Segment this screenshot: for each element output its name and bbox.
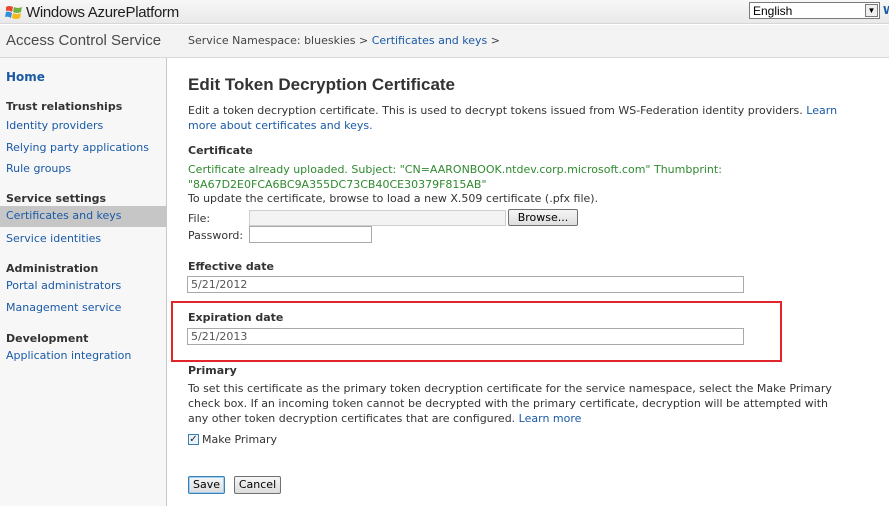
sidebar-heading-service-settings: Service settings <box>6 192 107 205</box>
sidebar-item-label: Certificates and keys <box>6 209 122 222</box>
primary-description-text: To set this certificate as the primary t… <box>188 382 832 425</box>
sidebar-item-service-identities[interactable]: Service identities <box>6 232 101 245</box>
effective-date-field[interactable]: 5/21/2012 <box>187 276 744 293</box>
file-label: File: <box>188 212 211 225</box>
brand-platform: Platform <box>125 3 179 21</box>
primary-description: To set this certificate as the primary t… <box>188 381 848 426</box>
service-header: Access Control Service Service Namespace… <box>0 25 889 58</box>
service-title: Access Control Service <box>6 32 162 49</box>
page-title: Edit Token Decryption Certificate <box>188 75 456 94</box>
top-bar: Windows Azure Platform English ▼ W <box>0 0 889 24</box>
sidebar-item-rule-groups[interactable]: Rule groups <box>6 162 71 175</box>
learn-more-link[interactable]: Learn more <box>519 412 582 425</box>
sidebar-item-management-service[interactable]: Management service <box>6 301 121 314</box>
sidebar-item-portal-admins[interactable]: Portal administrators <box>6 279 121 292</box>
sidebar-item-relying-party[interactable]: Relying party applications <box>6 141 149 154</box>
sidebar-heading-administration: Administration <box>6 262 99 275</box>
password-label: Password: <box>188 229 244 242</box>
corner-link[interactable]: W <box>883 4 889 17</box>
language-value: English <box>753 4 793 18</box>
breadcrumb-separator: > <box>487 34 500 47</box>
breadcrumb: Service Namespace: blueskies > Certifica… <box>188 34 500 47</box>
sidebar-heading-trust: Trust relationships <box>6 100 123 113</box>
sidebar: Home Trust relationships Identity provid… <box>0 58 167 506</box>
password-field[interactable] <box>249 226 372 243</box>
breadcrumb-link-certificates[interactable]: Certificates and keys <box>372 34 488 47</box>
sidebar-item-identity-providers[interactable]: Identity providers <box>6 119 103 132</box>
certificate-status: Certificate already uploaded. Subject: "… <box>188 163 722 191</box>
effective-date-label: Effective date <box>188 260 274 273</box>
brand-logo[interactable]: Windows Azure Platform <box>5 3 179 21</box>
description-text: Edit a token decryption certificate. Thi… <box>188 104 807 117</box>
sidebar-heading-development: Development <box>6 332 89 345</box>
brand-name: Windows Azure <box>26 3 126 21</box>
windows-flag-icon <box>5 6 22 19</box>
sidebar-item-application-integration[interactable]: Application integration <box>6 349 131 362</box>
sidebar-item-certificates[interactable]: Certificates and keys <box>0 206 166 227</box>
certificate-label: Certificate <box>188 144 253 157</box>
file-input[interactable] <box>249 210 506 226</box>
expiration-date-field[interactable]: 5/21/2013 <box>187 328 744 345</box>
browse-button[interactable]: Browse... <box>508 209 578 226</box>
certificate-help: To update the certificate, browse to loa… <box>188 192 599 205</box>
sidebar-home[interactable]: Home <box>6 70 45 84</box>
dropdown-arrow-icon[interactable]: ▼ <box>865 4 878 17</box>
breadcrumb-namespace: Service Namespace: blueskies > <box>188 34 372 47</box>
language-select[interactable]: English ▼ <box>749 2 880 19</box>
expiration-date-label: Expiration date <box>188 311 284 324</box>
primary-label: Primary <box>188 364 237 377</box>
page-description: Edit a token decryption certificate. Thi… <box>188 103 848 133</box>
make-primary-checkbox[interactable]: ✓ <box>188 434 199 445</box>
cancel-button[interactable]: Cancel <box>234 476 281 494</box>
save-button[interactable]: Save <box>188 476 225 494</box>
make-primary-label[interactable]: Make Primary <box>202 433 277 446</box>
